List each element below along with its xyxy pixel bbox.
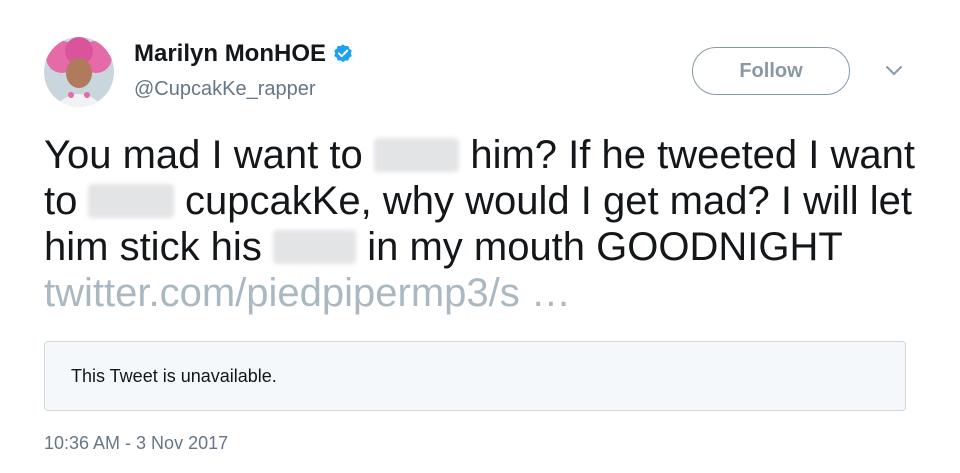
tweet-link[interactable]: twitter.com/piedpipermp3/s …: [44, 271, 571, 315]
tweet-text: You mad I want to fuck him? If he tweete…: [44, 132, 924, 316]
profile-avatar-icon: [44, 37, 114, 107]
chevron-down-icon[interactable]: [884, 64, 904, 78]
author-handle[interactable]: @CupcakKe_rapper: [134, 78, 316, 101]
quoted-tweet-card[interactable]: This Tweet is unavailable.: [44, 341, 906, 411]
tweet-text-segment: You mad I want to: [44, 133, 374, 177]
censored-word: fuck: [373, 138, 460, 172]
author-name[interactable]: Marilyn MonHOE: [134, 40, 354, 68]
censored-word: dick: [272, 230, 357, 264]
unavailable-notice: This Tweet is unavailable.: [71, 365, 277, 386]
follow-button[interactable]: Follow: [692, 47, 850, 95]
display-name-text[interactable]: Marilyn MonHOE: [134, 40, 326, 68]
tweet-text-segment: in my mouth GOODNIGHT: [356, 225, 843, 269]
verified-badge-icon: [334, 44, 352, 63]
censored-word: fuck: [88, 184, 174, 218]
tweet-timestamp[interactable]: 10:36 AM - 3 Nov 2017: [44, 433, 228, 454]
avatar[interactable]: [44, 37, 114, 107]
